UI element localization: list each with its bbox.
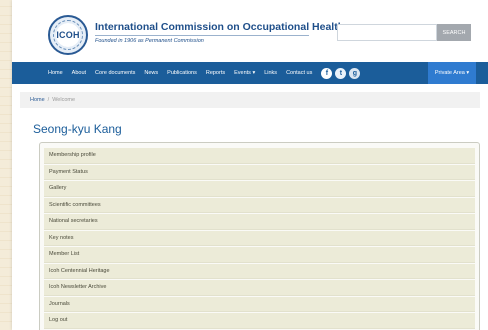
member-menu: Membership profile Payment Status Galler…: [39, 142, 480, 330]
menu-item-national-secretaries[interactable]: National secretaries: [44, 214, 475, 230]
breadcrumb: Home / Welcome: [20, 92, 480, 108]
menu-item-gallery[interactable]: Gallery: [44, 181, 475, 197]
title-divider: [95, 35, 309, 36]
nav-item-reports[interactable]: Reports: [206, 70, 225, 76]
facebook-icon[interactable]: f: [321, 67, 333, 79]
site-header: ICOH International Commission on Occupat…: [12, 0, 488, 62]
menu-item-journals[interactable]: Journals: [44, 296, 475, 312]
organization-subtitle: Founded in 1906 as Permanent Commission: [95, 38, 204, 44]
search-input[interactable]: [337, 24, 437, 41]
nav-item-contact-us[interactable]: Contact us: [286, 70, 312, 76]
page-title: Seong-kyu Kang: [33, 122, 122, 136]
nav-item-publications[interactable]: Publications: [167, 70, 197, 76]
page-container: ICOH International Commission on Occupat…: [12, 0, 488, 330]
search-button[interactable]: SEARCH: [437, 24, 471, 41]
logo-text: ICOH: [56, 30, 80, 40]
private-area-dropdown[interactable]: Private Area ▾: [428, 62, 476, 84]
menu-item-log-out[interactable]: Log out: [44, 313, 475, 329]
menu-item-key-notes[interactable]: Key notes: [44, 230, 475, 246]
organization-title[interactable]: International Commission on Occupational…: [95, 21, 344, 33]
nav-items: Home About Core documents News Publicati…: [48, 62, 363, 84]
menu-item-scientific-committees[interactable]: Scientific committees: [44, 197, 475, 213]
menu-item-membership-profile[interactable]: Membership profile: [44, 148, 475, 164]
nav-item-news[interactable]: News: [144, 70, 158, 76]
nav-item-home[interactable]: Home: [48, 70, 63, 76]
twitter-icon[interactable]: t: [335, 67, 347, 79]
icoh-logo[interactable]: ICOH: [48, 15, 88, 55]
breadcrumb-separator: /: [47, 97, 50, 103]
nav-item-core-documents[interactable]: Core documents: [95, 70, 135, 76]
nav-item-about[interactable]: About: [72, 70, 86, 76]
nav-item-links[interactable]: Links: [264, 70, 277, 76]
breadcrumb-home[interactable]: Home: [30, 97, 45, 103]
nav-item-events[interactable]: Events ▾: [234, 70, 255, 76]
google-plus-icon[interactable]: g: [349, 67, 361, 79]
breadcrumb-current: Welcome: [52, 97, 76, 103]
menu-item-centennial-heritage[interactable]: Icoh Centennial Heritage: [44, 263, 475, 279]
menu-item-payment-status[interactable]: Payment Status: [44, 164, 475, 180]
menu-item-newsletter-archive[interactable]: Icoh Newsletter Archive: [44, 280, 475, 296]
main-navigation: Home About Core documents News Publicati…: [12, 62, 488, 84]
menu-item-member-list[interactable]: Member List: [44, 247, 475, 263]
